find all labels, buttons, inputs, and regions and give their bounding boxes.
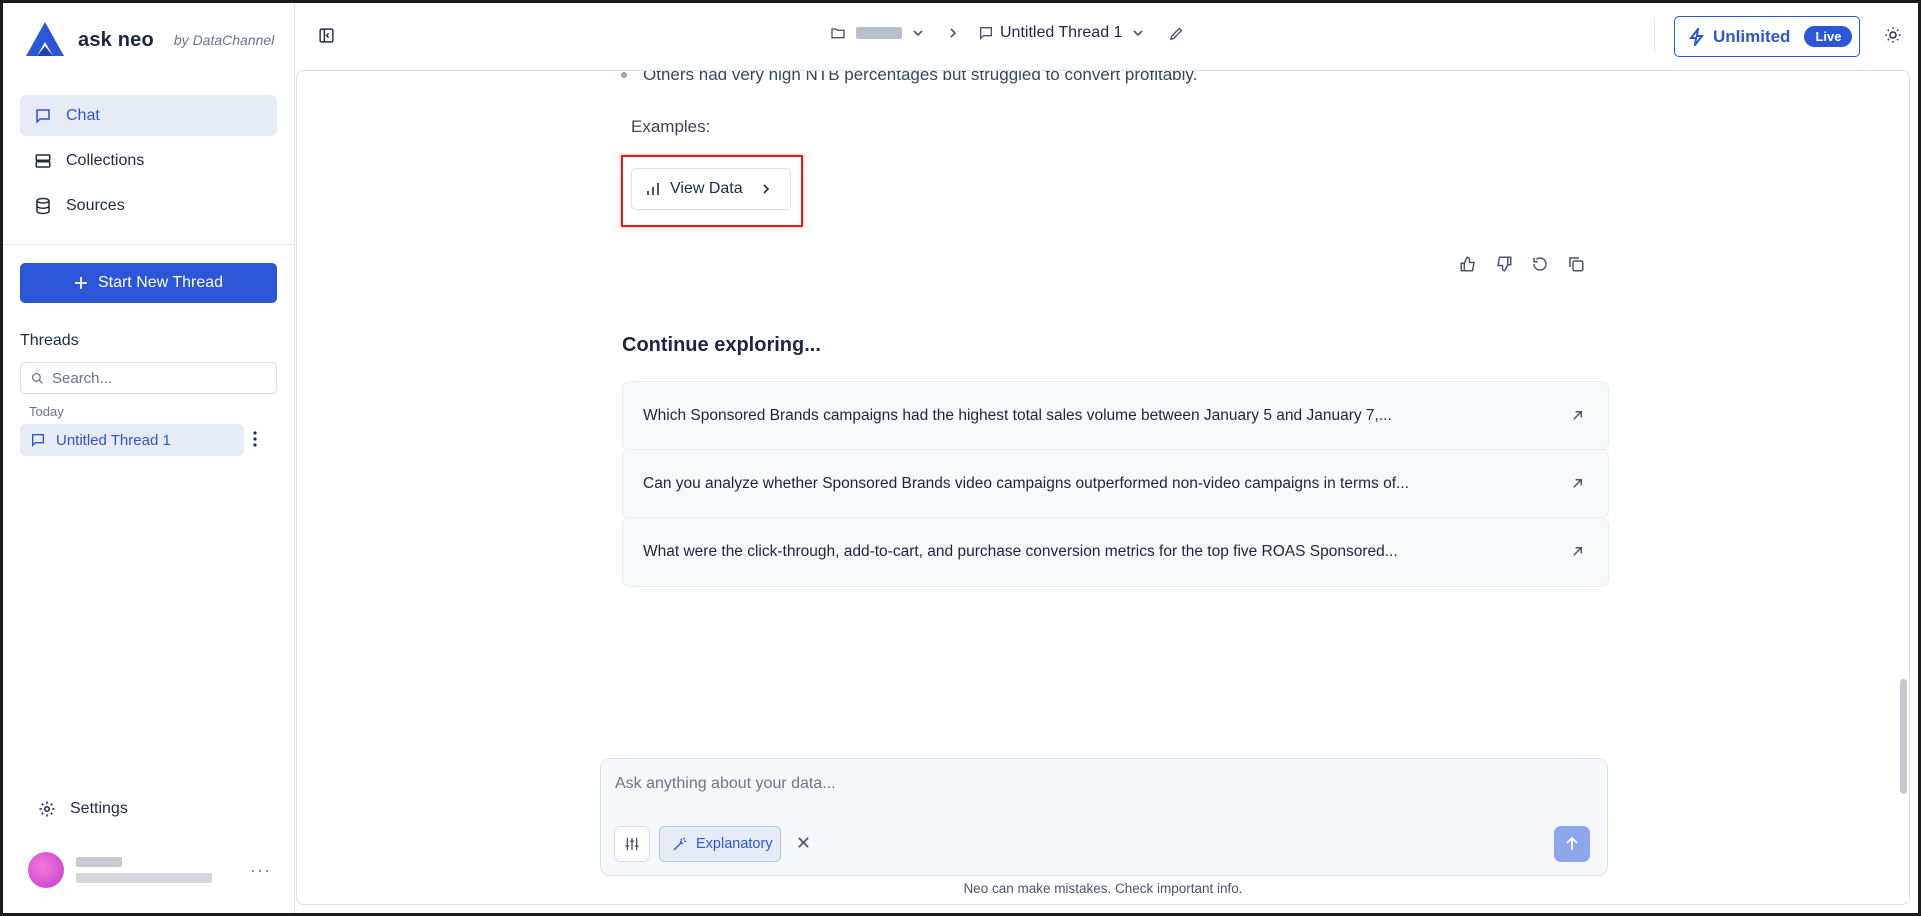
message-actions: [1459, 255, 1585, 273]
neo-logo-icon: [24, 20, 66, 60]
edit-pencil-icon[interactable]: [1168, 25, 1185, 42]
thread-item-label: Untitled Thread 1: [56, 431, 171, 449]
thumbs-down-icon[interactable]: [1495, 255, 1513, 273]
thread-title[interactable]: Untitled Thread 1: [1000, 24, 1122, 42]
status-badge: Live: [1804, 26, 1853, 47]
search-icon: [31, 372, 44, 385]
chat-icon: [34, 107, 52, 125]
top-bar: Untitled Thread 1 Unlimited Live: [296, 0, 1921, 70]
copy-icon[interactable]: [1567, 255, 1585, 273]
arrow-up-right-icon: [1571, 545, 1584, 558]
user-menu-icon[interactable]: ···: [250, 860, 271, 881]
arrow-up-right-icon: [1571, 409, 1584, 422]
collection-selector[interactable]: [856, 27, 902, 39]
settings-label: Settings: [70, 800, 128, 817]
header-divider: [1654, 18, 1655, 52]
scrollbar[interactable]: [1900, 679, 1907, 794]
continue-exploring-heading: Continue exploring...: [622, 334, 821, 356]
sidebar-toggle-icon[interactable]: [318, 27, 335, 44]
thread-item[interactable]: Untitled Thread 1: [20, 424, 244, 456]
regenerate-icon[interactable]: [1531, 255, 1549, 273]
folder-icon: [830, 25, 846, 41]
user-info-redacted: [76, 857, 212, 883]
database-icon: [34, 197, 52, 215]
thread-group-today: Today: [29, 404, 64, 419]
suggestion-item[interactable]: Can you analyze whether Sponsored Brands…: [622, 449, 1609, 519]
plan-button[interactable]: Unlimited Live: [1674, 16, 1860, 57]
magic-wand-icon: [672, 836, 688, 852]
filters-button[interactable]: [614, 826, 650, 862]
chevron-right-icon: [948, 27, 958, 39]
lightning-icon: [1689, 27, 1705, 46]
thread-search[interactable]: Search...: [20, 362, 277, 394]
bullet-dot: [621, 72, 627, 78]
sidebar-nav: Chat Collections Sources: [20, 95, 277, 230]
suggestion-text: What were the click-through, add-to-cart…: [643, 543, 1398, 560]
thread-more-icon[interactable]: [252, 430, 258, 448]
sidebar-item-collections[interactable]: Collections: [20, 140, 277, 181]
explanatory-mode-button[interactable]: Explanatory: [659, 826, 781, 862]
suggestion-text: Which Sponsored Brands campaigns had the…: [643, 407, 1392, 424]
send-button[interactable]: [1554, 826, 1590, 862]
message-bullet-text: Others had very high NTB percentages but…: [643, 70, 1198, 84]
chat-panel: Others had very high NTB percentages but…: [296, 70, 1910, 905]
suggestion-item[interactable]: What were the click-through, add-to-cart…: [622, 517, 1609, 587]
mode-label: Explanatory: [696, 836, 773, 852]
sidebar-item-label: Chat: [66, 106, 100, 124]
thumbs-up-icon[interactable]: [1459, 255, 1477, 273]
suggestion-item[interactable]: Which Sponsored Brands campaigns had the…: [622, 381, 1609, 451]
sidebar-item-label: Collections: [66, 151, 145, 169]
avatar: [28, 852, 64, 888]
examples-label: Examples:: [631, 117, 711, 136]
chevron-right-icon: [761, 183, 771, 195]
view-data-button[interactable]: View Data: [631, 168, 791, 210]
search-input[interactable]: Search...: [52, 370, 112, 387]
app-name: ask neo: [78, 28, 154, 51]
gear-icon: [38, 800, 56, 818]
message-input[interactable]: [615, 771, 1515, 797]
settings-link[interactable]: Settings: [38, 800, 128, 818]
view-data-label: View Data: [670, 180, 743, 197]
arrow-up-icon: [1564, 836, 1580, 852]
sidebar-item-label: Sources: [66, 196, 125, 214]
sidebar-item-sources[interactable]: Sources: [20, 185, 277, 226]
app-byline: by DataChannel: [173, 32, 275, 48]
sidebar: ask neo by DataChannel Chat Collections …: [0, 0, 295, 916]
threads-heading: Threads: [20, 332, 79, 349]
arrow-up-right-icon: [1571, 477, 1584, 490]
chat-icon: [30, 432, 46, 448]
start-new-thread-button[interactable]: Start New Thread: [20, 263, 277, 303]
sidebar-item-chat[interactable]: Chat: [20, 95, 277, 136]
start-new-thread-label: Start New Thread: [97, 274, 224, 291]
sidebar-divider: [0, 244, 295, 245]
user-profile[interactable]: [28, 852, 212, 888]
sliders-icon: [624, 836, 640, 852]
breadcrumb: Untitled Thread 1: [830, 24, 1185, 42]
chevron-down-icon[interactable]: [1132, 27, 1144, 39]
plan-label: Unlimited: [1713, 26, 1791, 46]
disclaimer: Neo can make mistakes. Check important i…: [963, 881, 1243, 896]
message-composer: Explanatory: [600, 758, 1608, 876]
plus-icon: [74, 276, 88, 290]
collections-icon: [34, 152, 52, 170]
bar-chart-icon: [646, 182, 660, 196]
chevron-down-icon[interactable]: [912, 27, 924, 39]
close-icon[interactable]: [797, 836, 810, 849]
message-bullet: Others had very high NTB percentages but…: [621, 70, 1198, 85]
logo[interactable]: ask neo by DataChannel: [24, 20, 274, 60]
chat-icon: [978, 25, 994, 41]
sun-icon[interactable]: [1884, 26, 1902, 44]
suggestion-text: Can you analyze whether Sponsored Brands…: [643, 475, 1409, 492]
